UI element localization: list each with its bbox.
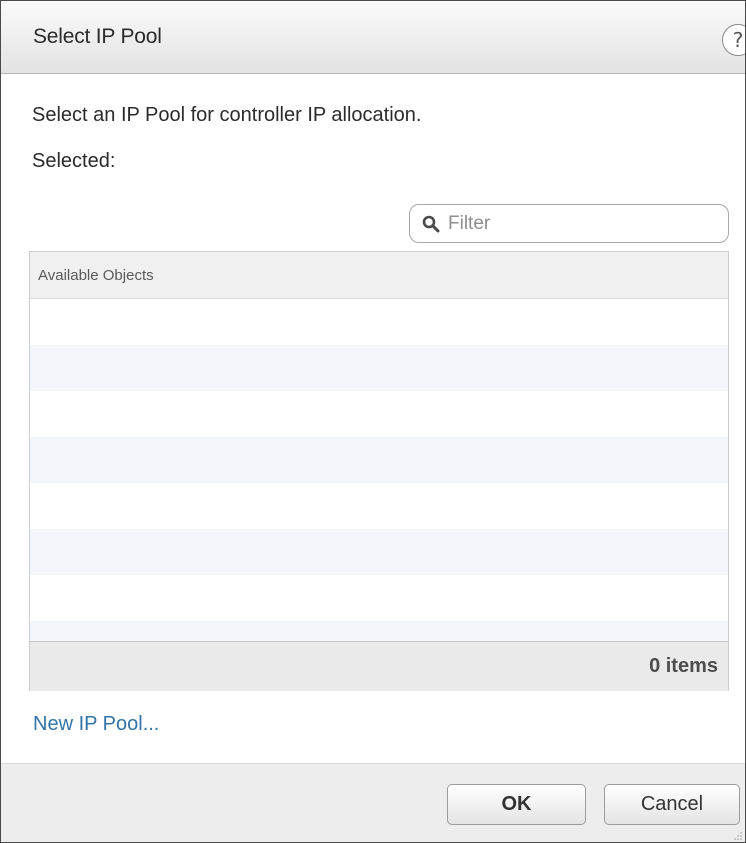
column-header-available-objects[interactable]: Available Objects [38,267,154,284]
dialog-description: Select an IP Pool for controller IP allo… [32,104,422,126]
filter-input[interactable] [448,209,718,238]
empty-grid-row [30,299,728,345]
empty-grid-row [30,391,728,437]
empty-grid-row [30,529,728,575]
grid-header: Available Objects [30,252,728,299]
empty-grid-row [30,345,728,391]
dialog-titlebar: Select IP Pool ? [1,1,745,74]
new-ip-pool-link[interactable]: New IP Pool... [33,713,159,736]
grid-body[interactable] [30,299,728,641]
help-icon[interactable]: ? [722,24,745,56]
ok-button[interactable]: OK [447,784,586,825]
item-count: 0 items [649,655,718,677]
search-icon [422,215,440,233]
available-objects-grid: Available Objects 0 items [29,251,729,691]
select-ip-pool-dialog: Select IP Pool ? Select an IP Pool for c… [0,0,746,843]
cancel-button[interactable]: Cancel [604,784,740,825]
resize-grip-icon[interactable] [733,831,743,841]
empty-grid-row [30,575,728,621]
empty-grid-row [30,621,728,641]
grid-footer: 0 items [30,641,728,691]
selected-label: Selected: [32,150,116,172]
filter-box[interactable] [409,204,729,243]
empty-grid-row [30,437,728,483]
dialog-button-bar: OK Cancel [1,763,745,842]
dialog-title: Select IP Pool [33,25,162,48]
empty-grid-row [30,483,728,529]
